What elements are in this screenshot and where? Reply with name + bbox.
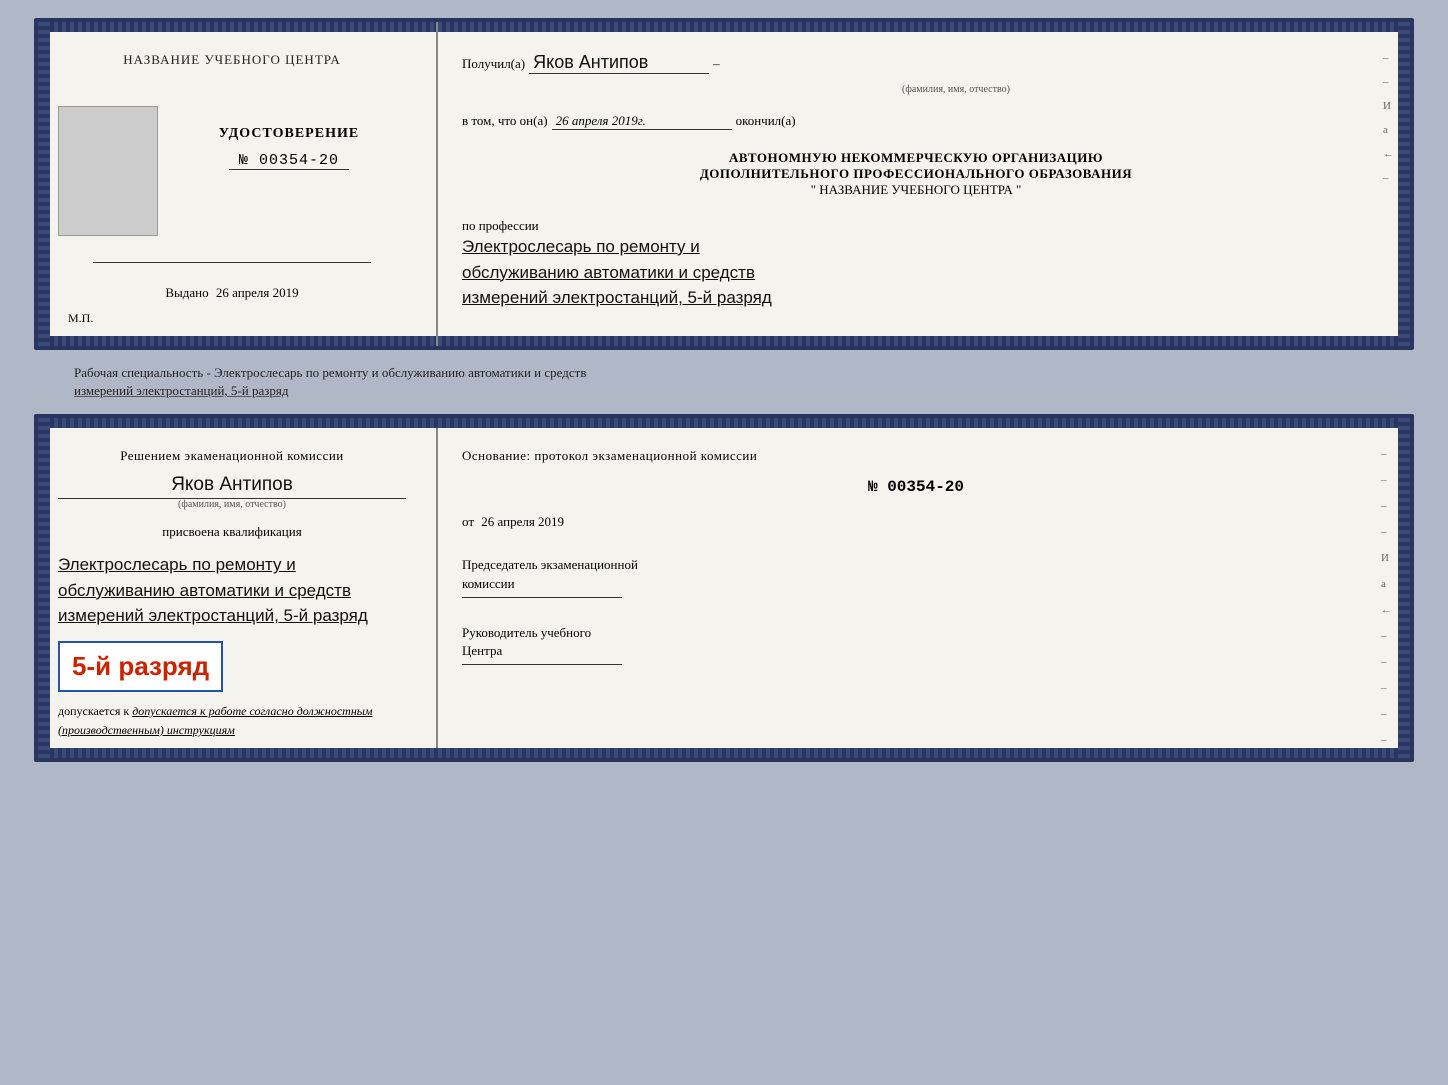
vydano-row: Выдано 26 апреля 2019 — [165, 285, 298, 301]
head-block: Руководитель учебного Центра — [462, 624, 1370, 665]
bottom-fio-sub: (фамилия, имя, отчество) — [58, 499, 406, 510]
chairman-block: Председатель экзаменационной комиссии — [462, 556, 1370, 597]
recipient-name: Яков Антипов — [533, 52, 648, 72]
mp-label: М.П. — [68, 311, 93, 326]
photo-placeholder — [58, 106, 158, 236]
right-side-chars: – – – – И а ← – – – – – — [1381, 448, 1392, 746]
profession-line2: обслуживанию автоматики и средств — [462, 260, 1370, 286]
completion-date-field: 26 апреля 2019г. — [552, 113, 732, 130]
bottom-profession-block: Электрослесарь по ремонту и обслуживанию… — [58, 552, 406, 629]
profession-line1: Электрослесарь по ремонту и — [462, 234, 1370, 260]
document-type-label: УДОСТОВЕРЕНИЕ — [219, 126, 359, 142]
bottom-fio-block: Яков Антипов (фамилия, имя, отчество) — [58, 474, 406, 510]
top-certificate-book: НАЗВАНИЕ УЧЕБНОГО ЦЕНТРА УДОСТОВЕРЕНИЕ №… — [34, 18, 1414, 350]
top-book-left-page: НАЗВАНИЕ УЧЕБНОГО ЦЕНТРА УДОСТОВЕРЕНИЕ №… — [38, 22, 438, 346]
middle-text-line2: измерений электростанций, 5-й разряд — [44, 382, 1404, 400]
basis-label: Основание: протокол экзаменационной коми… — [462, 448, 1370, 464]
vydano-date: 26 апреля 2019 — [216, 285, 299, 300]
bottom-recipient-name: Яков Антипов — [58, 474, 406, 499]
bottom-book-right-page: Основание: протокол экзаменационной коми… — [438, 418, 1410, 758]
middle-text-block: Рабочая специальность - Электрослесарь п… — [34, 360, 1414, 404]
bottom-profession-3: измерений электростанций, 5-й разряд — [58, 603, 406, 629]
completed-label: окончил(а) — [736, 113, 796, 129]
bottom-profession-2: обслуживанию автоматики и средств — [58, 578, 406, 604]
vydano-label: Выдано — [165, 285, 208, 300]
school-name-left: НАЗВАНИЕ УЧЕБНОГО ЦЕНТРА — [123, 52, 340, 68]
decision-text: Решением экаменационной комиссии — [58, 448, 406, 464]
head-signature-line — [462, 664, 622, 665]
received-label: Получил(а) — [462, 56, 525, 72]
document-number: № 00354-20 — [229, 152, 349, 170]
big-rank-text: 5-й разряд — [72, 651, 209, 682]
bottom-book-left-page: Решением экаменационной комиссии Яков Ан… — [38, 418, 438, 758]
profession-label: по профессии — [462, 218, 1370, 234]
protocol-date-row: от 26 апреля 2019 — [462, 514, 1370, 530]
assigned-label: присвоена квалификация — [58, 524, 406, 540]
org-block: АВТОНОМНУЮ НЕКОММЕРЧЕСКУЮ ОРГАНИЗАЦИЮ ДО… — [462, 150, 1370, 198]
chairman-label: Председатель экзаменационной комиссии — [462, 556, 1370, 592]
org-name: " НАЗВАНИЕ УЧЕБНОГО ЦЕНТРА " — [462, 182, 1370, 198]
org-line1: АВТОНОМНУЮ НЕКОММЕРЧЕСКУЮ ОРГАНИЗАЦИЮ — [462, 150, 1370, 166]
protocol-date: 26 апреля 2019 — [481, 514, 564, 529]
top-book-right-page: Получил(а) Яков Антипов – (фамилия, имя,… — [438, 22, 1410, 346]
bottom-profession-1: Электрослесарь по ремонту и — [58, 552, 406, 578]
allows-label: допускается к — [58, 704, 132, 718]
infact-row: в том, что он(а) 26 апреля 2019г. окончи… — [462, 113, 1370, 130]
dash: – — [713, 56, 720, 72]
profession-line3: измерений электростанций, 5-й разряд — [462, 285, 1370, 311]
side-deco-chars: – – И а ← – — [1383, 52, 1394, 184]
fio-sublabel-top: (фамилия, имя, отчество) — [542, 84, 1370, 95]
completion-date: 26 апреля 2019г. — [556, 113, 646, 128]
org-line2: ДОПОЛНИТЕЛЬНОГО ПРОФЕССИОНАЛЬНОГО ОБРАЗО… — [462, 166, 1370, 182]
bottom-book-left-deco — [38, 418, 50, 758]
received-row: Получил(а) Яков Антипов – — [462, 52, 1370, 74]
chairman-signature-line — [462, 597, 622, 598]
profession-block: по профессии Электрослесарь по ремонту и… — [462, 218, 1370, 311]
allows-block: допускается к допускается к работе согла… — [58, 704, 406, 738]
allows-text2: (производственным) инструкциям — [58, 723, 406, 738]
middle-text-line1: Рабочая специальность - Электрослесарь п… — [44, 364, 1404, 382]
rank-box: 5-й разряд — [58, 641, 223, 692]
allows-text: допускается к работе согласно должностны… — [132, 704, 372, 718]
recipient-name-field: Яков Антипов — [529, 52, 709, 74]
infact-label: в том, что он(а) — [462, 113, 548, 129]
protocol-date-prefix: от — [462, 514, 474, 529]
protocol-number: № 00354-20 — [462, 478, 1370, 496]
head-label: Руководитель учебного Центра — [462, 624, 1370, 660]
separator-line-1 — [93, 262, 371, 263]
bottom-certificate-book: Решением экаменационной комиссии Яков Ан… — [34, 414, 1414, 762]
